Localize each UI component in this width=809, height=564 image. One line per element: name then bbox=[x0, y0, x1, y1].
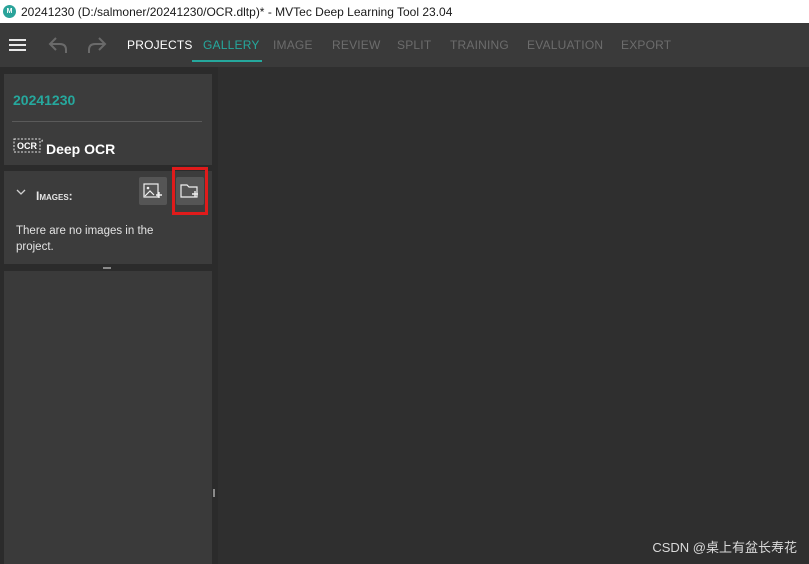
images-header: Images: bbox=[36, 189, 73, 203]
empty-images-message: There are no images in the project. bbox=[16, 225, 154, 253]
tab-export[interactable]: EXPORT bbox=[621, 23, 671, 67]
project-name: 20241230 bbox=[13, 92, 76, 108]
tab-projects[interactable]: PROJECTS bbox=[127, 23, 193, 67]
sidebar-splitter-handle[interactable] bbox=[213, 489, 215, 497]
watermark-text: CSDN @桌上有盆长寿花 bbox=[652, 540, 797, 555]
window-title: 20241230 (D:/salmoner/20241230/OCR.dltp)… bbox=[21, 4, 453, 19]
ocr-icon: OCR * bbox=[13, 138, 43, 153]
left-sidebar: 20241230 OCR * Deep OCR Images: bbox=[0, 67, 218, 564]
ocr-icon-label: OCR bbox=[17, 141, 38, 151]
hamburger-menu-icon[interactable] bbox=[7, 34, 29, 56]
tab-training[interactable]: TRAINING bbox=[450, 23, 509, 67]
tab-review[interactable]: REVIEW bbox=[332, 23, 381, 67]
lower-sidebar-panel bbox=[4, 271, 212, 564]
tab-image[interactable]: IMAGE bbox=[273, 23, 313, 67]
panel-resize-grip[interactable] bbox=[103, 267, 111, 269]
mvtec-app-icon: M bbox=[3, 5, 16, 18]
highlight-annotation-box bbox=[172, 167, 208, 215]
project-type: Deep OCR bbox=[46, 141, 116, 157]
main-toolbar: PROJECTS GALLERY IMAGE REVIEW SPLIT TRAI… bbox=[0, 23, 809, 67]
project-info-card: 20241230 OCR * Deep OCR bbox=[4, 74, 212, 165]
tab-evaluation[interactable]: EVALUATION bbox=[527, 23, 603, 67]
undo-icon[interactable] bbox=[47, 34, 69, 56]
gallery-main-area bbox=[218, 67, 809, 564]
divider bbox=[12, 121, 202, 122]
redo-icon[interactable] bbox=[86, 34, 108, 56]
window-title-bar: M 20241230 (D:/salmoner/20241230/OCR.dlt… bbox=[0, 0, 809, 23]
chevron-down-icon[interactable] bbox=[16, 187, 26, 197]
active-tab-indicator bbox=[192, 60, 262, 62]
svg-text:*: * bbox=[41, 140, 43, 146]
add-image-icon bbox=[143, 183, 162, 198]
add-image-button[interactable] bbox=[139, 177, 167, 205]
tab-split[interactable]: SPLIT bbox=[397, 23, 431, 67]
